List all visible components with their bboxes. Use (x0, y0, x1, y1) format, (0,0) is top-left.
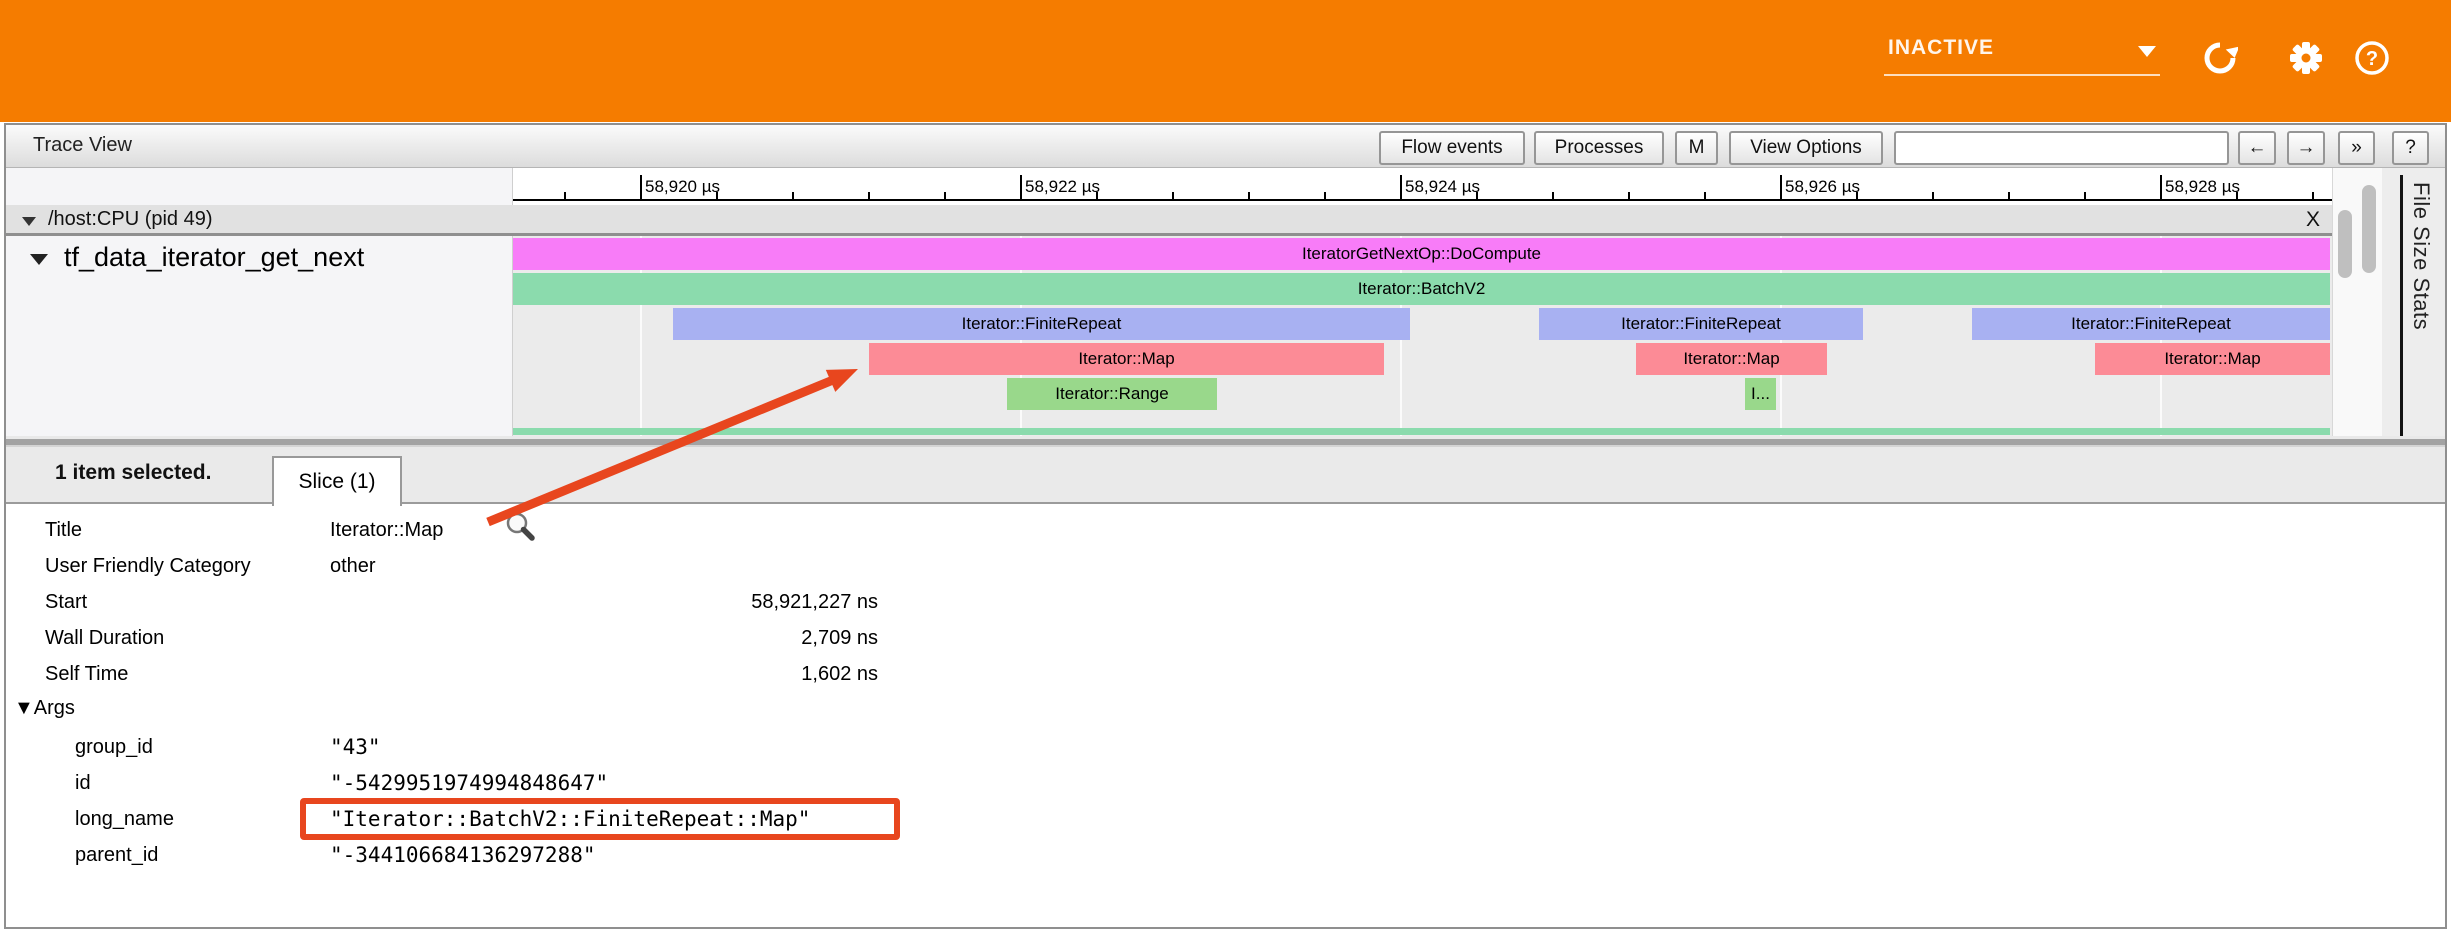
file-size-stats-tab[interactable]: File Size Stats (2382, 168, 2445, 436)
detail-value: Iterator::Map (330, 512, 443, 548)
trace-slice[interactable]: Iterator::FiniteRepeat (673, 308, 1410, 340)
arg-row-group_id: group_id "43" (6, 729, 2445, 765)
arg-value: "43" (330, 729, 381, 765)
thread-row: tf_data_iterator_get_next (6, 240, 513, 282)
slice-detail-panel: TitleIterator::MapUser Friendly Category… (6, 504, 2445, 927)
trace-slices-canvas: IteratorGetNextOp::DoComputeIterator::Ba… (513, 168, 2332, 436)
trace-slice[interactable]: Iterator::Map (2095, 343, 2330, 375)
svg-text:?: ? (2366, 48, 2378, 70)
arg-key: parent_id (75, 837, 158, 873)
toolbar-button-view-options[interactable]: View Options (1729, 131, 1883, 165)
arg-row-id: id "-5429951974994848647" (6, 765, 2445, 801)
thread-expander-icon[interactable] (30, 254, 48, 265)
detail-value: 2,709 ns (330, 620, 878, 656)
detail-label: User Friendly Category (45, 548, 251, 584)
arg-row-long_name: long_name "Iterator::BatchV2::FiniteRepea… (6, 801, 2445, 837)
arg-value: "-344106684136297288" (330, 837, 596, 873)
toolbar-button--[interactable]: » (2338, 131, 2375, 165)
search-input[interactable] (1894, 131, 2229, 165)
status-dropdown-underline (1884, 74, 2160, 76)
timeline-scroll-gutter (2332, 168, 2382, 436)
arg-key: group_id (75, 729, 153, 765)
trace-slice[interactable]: IteratorGetNextOp::DoCompute (513, 238, 2330, 270)
toolbar-button-flow-events[interactable]: Flow events (1379, 131, 1525, 165)
trace-slice[interactable]: Iterator::FiniteRepeat (1539, 308, 1863, 340)
detail-row: User Friendly Category other (6, 548, 2445, 584)
trace-toolbar: Trace View Flow events Processes M View Opt… (6, 125, 2445, 168)
sidebar-divider (2400, 175, 2403, 436)
trace-slice[interactable]: I... (1745, 378, 1776, 410)
status-dropdown-value: INACTIVE (1888, 36, 1994, 60)
detail-value: other (330, 548, 376, 584)
arg-value: "-5429951974994848647" (330, 765, 608, 801)
detail-value: 1,602 ns (330, 656, 878, 692)
toolbar-button--[interactable]: ← (2238, 131, 2276, 165)
toolbar-button-m[interactable]: M (1675, 131, 1718, 165)
refresh-icon[interactable] (2202, 40, 2238, 76)
detail-row: Self Time 1,602 ns (6, 656, 2445, 692)
tab-slice[interactable]: Slice (1) (272, 456, 402, 506)
args-expander[interactable]: ▼Args (14, 690, 75, 726)
status-dropdown[interactable]: INACTIVE (1880, 30, 2164, 76)
arg-value: "Iterator::BatchV2::FiniteRepeat::Map" (330, 801, 810, 837)
detail-row: Start 58,921,227 ns (6, 584, 2445, 620)
trace-slice[interactable]: Iterator::Map (1636, 343, 1827, 375)
app-header: INACTIVE ? (0, 0, 2451, 122)
arg-key: id (75, 765, 91, 801)
vertical-scrollbar-thumb[interactable] (2338, 210, 2352, 278)
detail-row: Title Iterator::Map (6, 512, 2445, 548)
toolbar-button--[interactable]: ? (2392, 131, 2429, 165)
arg-row-parent_id: parent_id "-344106684136297288" (6, 837, 2445, 873)
toolbar-button--[interactable]: → (2287, 131, 2325, 165)
detail-label: Start (45, 584, 87, 620)
trace-slice[interactable]: Iterator::BatchV2 (513, 273, 2330, 305)
thread-name: tf_data_iterator_get_next (64, 242, 364, 273)
detail-value: 58,921,227 ns (330, 584, 878, 620)
trace-slice[interactable]: Iterator::Range (1007, 378, 1217, 410)
trace-view-title: Trace View (33, 134, 132, 157)
selection-status: 1 item selected. (55, 461, 211, 485)
process-name: /host:CPU (pid 49) (48, 208, 213, 231)
magnifier-icon[interactable] (504, 511, 540, 547)
settings-gear-icon[interactable] (2288, 40, 2324, 76)
process-expander-icon[interactable] (22, 217, 36, 226)
file-size-stats-label: File Size Stats (2408, 182, 2434, 330)
trace-slice[interactable]: Iterator::FiniteRepeat (1972, 308, 2330, 340)
detail-label: Self Time (45, 656, 128, 692)
trace-slice[interactable] (513, 428, 2330, 435)
arg-key: long_name (75, 801, 174, 837)
toolbar-button-processes[interactable]: Processes (1534, 131, 1664, 165)
help-icon[interactable]: ? (2354, 40, 2390, 76)
dropdown-caret-icon[interactable] (2138, 46, 2156, 57)
trace-slice[interactable]: Iterator::Map (869, 343, 1384, 375)
detail-label: Wall Duration (45, 620, 164, 656)
analysis-tab-bar: 1 item selected. Slice (1) (6, 447, 2445, 504)
vertical-scrollbar-thumb[interactable] (2362, 185, 2376, 273)
panel-splitter[interactable] (6, 436, 2445, 447)
detail-label: Title (45, 512, 82, 548)
detail-row: Wall Duration 2,709 ns (6, 620, 2445, 656)
